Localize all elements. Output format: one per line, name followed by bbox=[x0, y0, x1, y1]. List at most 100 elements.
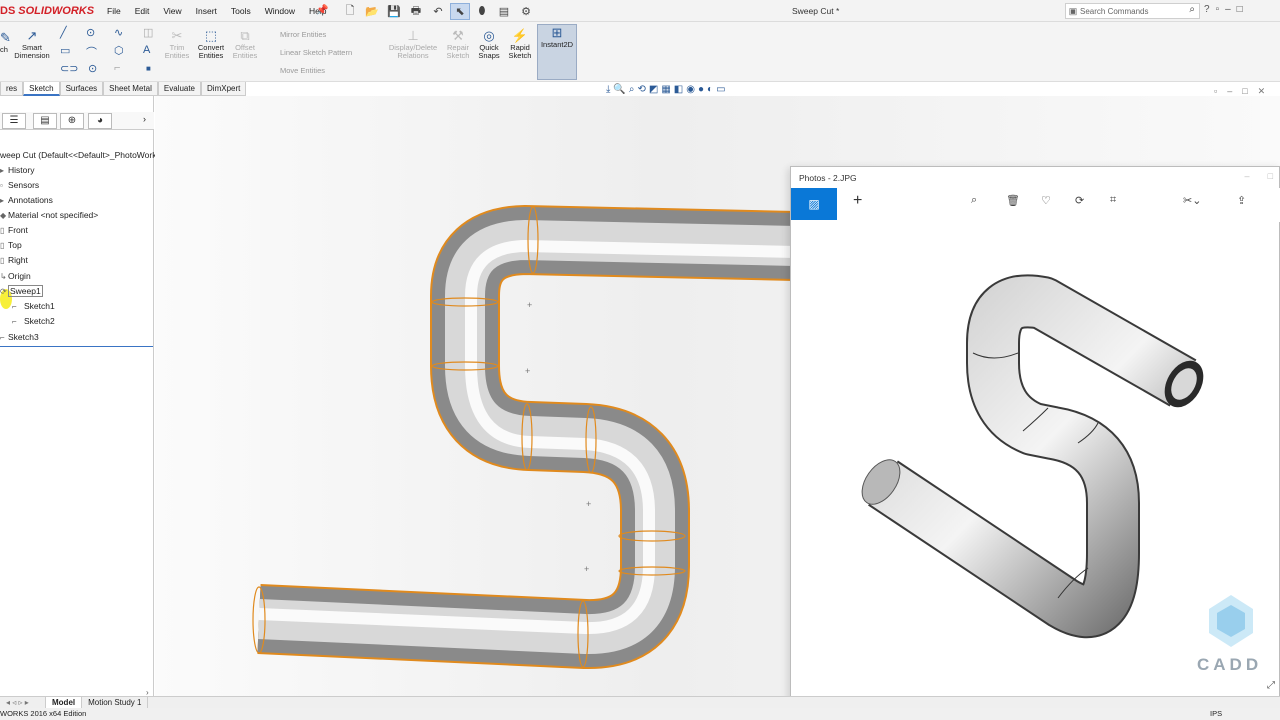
save-icon[interactable]: 💾 bbox=[384, 3, 404, 20]
fullscreen-icon[interactable]: ⤢ bbox=[1267, 680, 1275, 691]
convert-entities-button[interactable]: ⬚ Convert Entities bbox=[194, 28, 228, 60]
tab-sketch[interactable]: Sketch bbox=[23, 82, 60, 96]
text-icon[interactable]: A bbox=[143, 44, 150, 56]
previous-view-icon[interactable]: ⟲ bbox=[637, 84, 645, 95]
solidworks-logo[interactable]: DS SOLIDWORKS bbox=[0, 3, 94, 19]
display-delete-relations-button[interactable]: ⊥ Display/Delete Relations bbox=[385, 28, 441, 60]
smart-dimension-button[interactable]: ↗ Smart Dimension bbox=[10, 28, 54, 60]
tab-motion-study-1[interactable]: Motion Study 1 bbox=[82, 697, 149, 708]
menu-window[interactable]: Window bbox=[258, 6, 302, 16]
configuration-manager-tab-icon[interactable]: ⊕ bbox=[60, 113, 84, 129]
edit-create-icon[interactable]: ✂⌄ bbox=[1183, 194, 1201, 207]
menu-view[interactable]: View bbox=[156, 6, 188, 16]
property-manager-tab-icon[interactable]: ▤ bbox=[33, 113, 57, 129]
trim-entities-button[interactable]: ✂ Trim Entities bbox=[163, 28, 191, 60]
point-icon[interactable]: ■ bbox=[146, 64, 151, 73]
new-icon[interactable]: 🗋 bbox=[340, 3, 360, 20]
status-units[interactable]: IPS bbox=[1210, 708, 1222, 720]
minimize-icon[interactable]: – bbox=[1225, 4, 1231, 15]
repair-sketch-button[interactable]: ⚒ Repair Sketch bbox=[444, 28, 472, 60]
tab-features[interactable]: res bbox=[0, 82, 24, 96]
tree-item-sweep1[interactable]: ⟳ Sweep1 bbox=[0, 285, 43, 297]
sketch-button[interactable]: ✎ ch bbox=[0, 30, 11, 54]
tree-item-sketch3[interactable]: ⌐ Sketch3 bbox=[0, 332, 39, 342]
help-icon[interactable]: ? bbox=[1204, 4, 1210, 15]
share-icon[interactable]: ⇪ bbox=[1237, 194, 1246, 207]
zoom-area-icon[interactable]: ⌕ bbox=[629, 84, 635, 95]
polygon-icon[interactable]: ⬡ bbox=[114, 44, 124, 57]
feature-manager-tab-icon[interactable]: ☰ bbox=[2, 113, 26, 129]
rapid-sketch-button[interactable]: ⚡ Rapid Sketch bbox=[506, 28, 534, 60]
crop-icon[interactable]: ⌗ bbox=[1110, 194, 1116, 207]
rectangle-icon[interactable]: ▭ bbox=[60, 44, 70, 57]
quick-snaps-button[interactable]: ◎ Quick Snaps bbox=[475, 28, 503, 60]
add-icon[interactable]: + bbox=[853, 192, 862, 210]
rollback-bar[interactable] bbox=[0, 346, 153, 347]
linear-sketch-pattern-button[interactable]: Linear Sketch Pattern bbox=[280, 48, 352, 57]
move-entities-button[interactable]: Move Entities bbox=[280, 66, 325, 75]
circle-icon[interactable]: ⊙ bbox=[86, 26, 95, 39]
tree-item-annotations[interactable]: ▸ Annotations bbox=[0, 195, 53, 205]
pin-icon[interactable]: 📌 bbox=[316, 5, 328, 16]
options-icon[interactable]: ⚙ bbox=[516, 3, 536, 20]
open-icon[interactable]: 📂 bbox=[362, 3, 382, 20]
dynamic-annotation-icon[interactable]: ▦ bbox=[661, 84, 670, 95]
menu-tools[interactable]: Tools bbox=[224, 6, 258, 16]
zoom-icon[interactable]: ⌕ bbox=[971, 194, 977, 207]
photos-maximize-icon[interactable]: □ bbox=[1268, 171, 1273, 181]
tab-dimxpert[interactable]: DimXpert bbox=[201, 82, 247, 96]
tab-model[interactable]: Model bbox=[46, 697, 83, 708]
instant2d-button[interactable]: ⊞ Instant2D bbox=[537, 24, 577, 80]
tab-evaluate[interactable]: Evaluate bbox=[157, 82, 202, 96]
tree-item-right[interactable]: ▯ Right bbox=[0, 255, 28, 265]
tab-sheet-metal[interactable]: Sheet Metal bbox=[103, 82, 158, 96]
tree-item-top[interactable]: ▯ Top bbox=[0, 240, 22, 250]
tab-surfaces[interactable]: Surfaces bbox=[59, 82, 104, 96]
menu-file[interactable]: File bbox=[100, 6, 128, 16]
tree-root[interactable]: weep Cut (Default<<Default>_PhotoWork bbox=[0, 150, 156, 160]
menu-insert[interactable]: Insert bbox=[189, 6, 224, 16]
delete-icon[interactable]: 🗑 bbox=[1006, 194, 1020, 207]
mirror-entities-button[interactable]: Mirror Entities bbox=[280, 30, 326, 39]
photos-minimize-icon[interactable]: – bbox=[1245, 171, 1250, 181]
offset-entities-button[interactable]: ⧉ Offset Entities bbox=[230, 28, 260, 60]
hide-show-icon[interactable]: ◉ bbox=[686, 84, 695, 95]
restore-icon[interactable]: ▫ bbox=[1216, 4, 1220, 15]
favorite-icon[interactable]: ♡ bbox=[1041, 194, 1051, 207]
line-icon[interactable]: ╱ bbox=[60, 26, 67, 39]
display-style-icon[interactable]: ◧ bbox=[674, 84, 683, 95]
chamfer-icon[interactable]: ⌐ bbox=[114, 62, 120, 74]
display-manager-tab-icon[interactable]: ◕ bbox=[88, 113, 112, 129]
arc-icon[interactable]: ⌒ bbox=[86, 44, 97, 60]
select-icon[interactable]: ⬉ bbox=[450, 2, 470, 20]
tree-item-sketch1[interactable]: ⌐ Sketch1 bbox=[12, 301, 55, 311]
tree-item-sketch2[interactable]: ⌐ Sketch2 bbox=[12, 316, 55, 326]
tree-item-origin[interactable]: ↳Origin bbox=[0, 271, 31, 281]
section-view-icon[interactable]: ◩ bbox=[649, 84, 658, 95]
tree-item-sensors[interactable]: ▫ Sensors bbox=[0, 180, 39, 190]
print-icon[interactable]: 🖶 bbox=[406, 3, 426, 20]
scene-icon[interactable]: ◐ bbox=[707, 84, 713, 95]
maximize-icon[interactable]: □ bbox=[1237, 4, 1243, 15]
search-icon[interactable]: ⌕ bbox=[1189, 4, 1195, 15]
ellipse-icon[interactable]: ⊙ bbox=[88, 62, 97, 75]
view-orientation-icon[interactable]: ⤓ bbox=[606, 84, 610, 95]
slot-icon[interactable]: ⊂⊃ bbox=[60, 62, 78, 75]
spline-icon[interactable]: ∿ bbox=[114, 26, 123, 39]
zoom-to-fit-icon[interactable]: 🔍 bbox=[613, 84, 625, 95]
tree-item-front[interactable]: ▯ Front bbox=[0, 225, 28, 235]
search-commands-input[interactable]: ▣ Search Commands ⌕ bbox=[1065, 3, 1200, 19]
tree-item-material[interactable]: ◆ Material <not specified> bbox=[0, 210, 98, 220]
menu-edit[interactable]: Edit bbox=[128, 6, 157, 16]
view-settings-icon[interactable]: ▭ bbox=[716, 84, 725, 95]
file-properties-icon[interactable]: ▤ bbox=[494, 3, 514, 20]
fillet-icon[interactable]: ◫ bbox=[143, 26, 153, 39]
expand-arrow-icon[interactable]: › bbox=[143, 114, 146, 124]
undo-icon[interactable]: ↶ bbox=[428, 3, 448, 20]
see-all-photos-icon[interactable]: ▨ bbox=[791, 188, 837, 220]
appearance-icon[interactable]: ● bbox=[698, 84, 704, 95]
tab-scroll-icon[interactable]: ◂ ◃ ▹ ▸ bbox=[0, 697, 46, 708]
rotate-icon[interactable]: ⟳ bbox=[1075, 194, 1084, 207]
tree-item-history[interactable]: ▸ History bbox=[0, 165, 34, 175]
rebuild-icon[interactable]: ⬮ bbox=[472, 3, 492, 20]
